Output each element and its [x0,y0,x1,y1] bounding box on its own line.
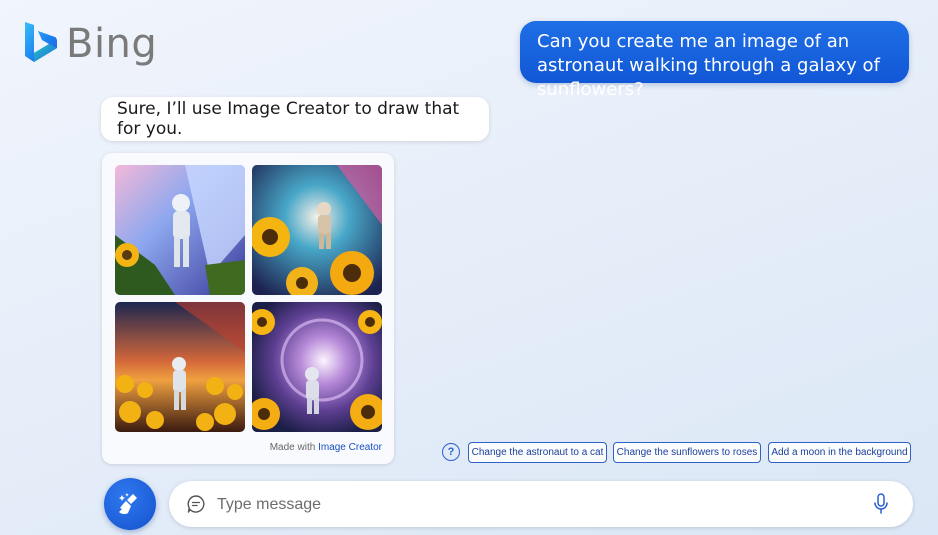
broom-sparkle-icon [119,493,137,515]
suggestion-chip-roses[interactable]: Change the sunflowers to roses [613,442,761,463]
image-creator-link[interactable]: Image Creator [318,442,382,453]
bot-message-bubble: Sure, I’ll use Image Creator to draw tha… [101,97,489,141]
user-message-bubble: Can you create me an image of an astrona… [520,21,909,100]
microphone-icon[interactable] [872,493,890,515]
bing-logo-icon [25,22,57,62]
bot-message-text: Sure, I’ll use Image Creator to draw tha… [117,99,460,139]
astronaut-image-2 [252,165,382,295]
image-creator-card: Made with Image Creator [102,153,394,464]
suggestion-chip-cat[interactable]: Change the astronaut to a cat [468,442,607,463]
astronaut-image-3 [115,302,245,432]
generated-image-1[interactable] [115,165,245,295]
bing-wordmark: Bing [66,21,158,67]
astronaut-image-1 [115,165,245,295]
generated-image-2[interactable] [252,165,382,295]
made-with-prefix: Made with [269,442,316,453]
suggestion-chip-moon[interactable]: Add a moon in the background [768,442,911,463]
generated-image-3[interactable] [115,302,245,432]
new-topic-button[interactable] [104,478,156,530]
generated-image-4[interactable] [252,302,382,432]
astronaut-image-4 [252,302,382,432]
help-icon[interactable]: ? [442,443,460,461]
made-with-credit: Made with Image Creator [270,442,382,453]
message-composer [169,481,913,527]
chat-bubble-icon [187,495,205,513]
message-input[interactable] [215,490,859,520]
bing-logo[interactable]: Bing [22,20,157,68]
